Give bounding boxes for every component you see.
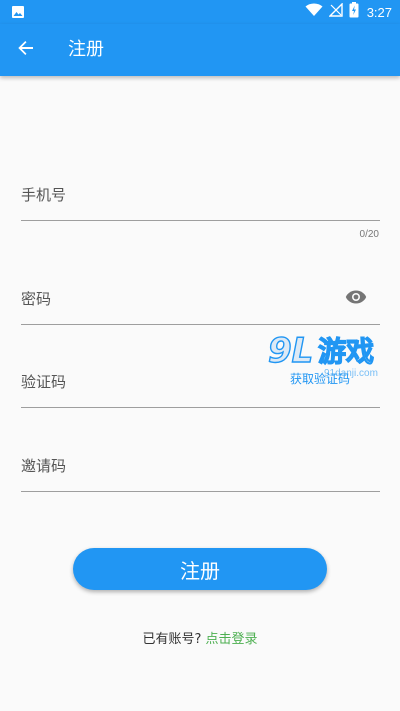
wifi-icon [305,3,323,21]
login-link[interactable]: 点击登录 [206,632,258,647]
login-prompt-text: 已有账号? [142,632,202,647]
image-notification-icon [11,5,25,19]
svg-text:9L: 9L [268,331,313,371]
no-signal-icon [327,2,343,21]
phone-char-counter: 0/20 [359,229,379,240]
password-visibility-toggle[interactable] [344,287,368,311]
verification-code-field[interactable] [21,367,271,397]
password-field-underline [21,324,380,325]
verification-code-underline [21,407,380,408]
password-field[interactable] [21,284,321,314]
app-bar: 注册 [0,24,400,76]
arrow-left-icon [16,38,36,62]
back-button[interactable] [12,36,40,64]
invite-code-underline [21,491,380,492]
status-icons: 3:27 [305,2,392,22]
status-time: 3:27 [366,4,392,20]
invite-code-field[interactable] [21,451,321,481]
page-title: 注册 [68,39,104,60]
eye-icon [345,289,367,309]
phone-field-underline [21,220,380,221]
svg-text:游戏: 游戏 [318,335,374,368]
phone-field[interactable] [21,180,321,210]
battery-charging-icon [349,2,359,22]
login-prompt: 已有账号? 点击登录 [0,628,400,647]
get-code-button[interactable]: 获取验证码 [290,370,350,387]
register-button[interactable]: 注册 [73,548,327,590]
status-bar: 3:27 [0,0,400,24]
